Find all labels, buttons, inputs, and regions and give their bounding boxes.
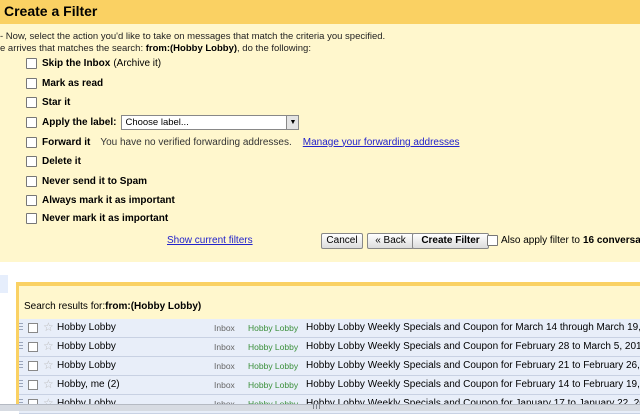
option-never-important[interactable]: Never mark it as important [26,211,168,225]
never-important-checkbox[interactable] [26,212,37,224]
instruction-query-text: e arrives that matches the search: from:… [0,43,311,54]
result-row[interactable]: ☆Hobby LobbyInboxHobby LobbyHobby Lobby … [19,357,640,376]
scrollbar-grip-icon[interactable] [313,404,321,409]
skip-inbox-checkbox[interactable] [26,57,37,69]
option-always-important[interactable]: Always mark it as important [26,193,175,207]
instruction-query: from:(Hobby Lobby) [145,43,238,54]
drag-grip-icon[interactable] [19,361,23,370]
row-label-hobby-lobby: Hobby Lobby [248,380,299,390]
create-filter-panel: Create a Filter - Now, select the action… [0,0,640,262]
instruction-prefix: e arrives that matches the search: [0,43,146,54]
star-icon[interactable]: ☆ [43,339,54,353]
option-apply-label[interactable]: Apply the label: Choose label... ▼ [26,114,300,130]
star-icon[interactable]: ☆ [43,320,54,334]
manage-forwarding-link[interactable]: Manage your forwarding addresses [303,137,460,148]
always-important-checkbox[interactable] [26,194,37,206]
row-label-hobby-lobby: Hobby Lobby [248,361,299,371]
drag-grip-icon[interactable] [19,380,23,389]
side-tab [0,275,8,293]
row-sender: Hobby Lobby [57,341,116,352]
option-delete-it[interactable]: Delete it [26,154,81,168]
label-select[interactable]: Choose label... ▼ [121,114,300,130]
row-sender: Hobby, me (2) [57,379,120,390]
conversation-count: 16 conversatio [582,235,640,246]
skip-inbox-label: Skip the Inbox [42,57,111,69]
also-apply-label: Also apply filter to [501,235,580,246]
row-subject: Hobby Lobby Weekly Specials and Coupon f… [306,379,640,390]
row-label-inbox: Inbox [214,361,235,371]
skip-inbox-suffix: (Archive it) [113,57,162,69]
dropdown-arrow-icon[interactable]: ▼ [286,115,299,129]
mark-read-label: Mark as read [42,77,104,89]
never-spam-label: Never send it to Spam [42,175,148,187]
row-label-inbox: Inbox [214,342,235,352]
always-important-label: Always mark it as important [42,194,175,206]
never-spam-checkbox[interactable] [26,175,37,187]
panel-title: Create a Filter [4,3,98,19]
option-forward-it[interactable]: Forward it You have no verified forwardi… [26,135,460,149]
also-apply-checkbox[interactable] [487,235,498,246]
instruction-text: - Now, select the action you'd like to t… [0,31,386,42]
row-checkbox[interactable] [28,380,38,390]
never-important-label: Never mark it as important [42,212,169,224]
results-heading-prefix: Search results for: [24,301,106,312]
panel-gap [0,262,640,282]
result-row[interactable]: ☆ Hobby, me (2) Inbox Hobby Lobby Hobby Lobb… [19,376,640,395]
drag-grip-icon[interactable] [19,342,23,351]
also-apply-option[interactable]: Also apply filter to 16 conversatio [487,235,640,246]
row-checkbox[interactable] [28,361,38,371]
delete-it-checkbox[interactable] [26,155,37,167]
row-subject: Hobby Lobby Weekly Specials and Coupon f… [306,341,640,352]
row-label-inbox: Inbox [214,380,235,390]
row-subject: Hobby Lobby Weekly Specials and Coupon f… [306,322,640,333]
show-current-filters-link[interactable]: Show current filters [167,235,253,246]
drag-grip-icon[interactable] [19,323,23,332]
results-heading-query: from:(Hobby Lobby) [105,301,202,312]
panel-title-bar: Create a Filter [0,0,640,24]
delete-it-label: Delete it [42,155,81,167]
search-results-panel: Search results for:from:(Hobby Lobby) ☆ H… [16,282,640,414]
forward-it-label: Forward it [42,136,91,148]
row-sender: Hobby Lobby [57,322,116,333]
result-row[interactable]: ☆Hobby LobbyInboxHobby LobbyHobby Lobby … [19,319,640,338]
row-label-hobby-lobby: Hobby Lobby [248,323,299,333]
option-mark-read[interactable]: Mark as read [26,76,103,90]
row-subject: Hobby Lobby Weekly Specials and Coupon f… [306,360,640,371]
mark-read-checkbox[interactable] [26,77,37,89]
create-filter-button[interactable]: Create Filter [412,233,489,249]
row-checkbox[interactable] [28,342,38,352]
star-icon[interactable]: ☆ [43,358,54,372]
star-icon[interactable]: ☆ [43,377,54,391]
cancel-button[interactable]: Cancel [321,233,363,249]
option-skip-inbox[interactable]: Skip the Inbox (Archive it) [26,56,161,70]
back-button[interactable]: « Back [367,233,414,249]
option-star-it[interactable]: Star it [26,95,70,109]
result-list: ☆ Hobby Lobby Inbox Hobby Lobby Hobby Lobby … [19,319,640,414]
results-top-bar [16,282,640,286]
row-label-hobby-lobby: Hobby Lobby [248,342,299,352]
label-select-value: Choose label... [125,116,189,128]
forward-it-checkbox[interactable] [26,136,37,148]
row-checkbox[interactable] [28,323,38,333]
star-it-checkbox[interactable] [26,96,37,108]
star-it-label: Star it [42,96,71,108]
apply-label-checkbox[interactable] [26,116,37,128]
result-row[interactable]: ☆Hobby LobbyInboxHobby LobbyHobby Lobby … [19,338,640,357]
row-sender: Hobby Lobby [57,360,116,371]
apply-label-label: Apply the label: [42,116,117,128]
row-label-inbox: Inbox [214,323,235,333]
forward-note: You have no verified forwarding addresse… [100,136,292,148]
results-heading: Search results for:from:(Hobby Lobby) [24,301,201,312]
option-never-spam[interactable]: Never send it to Spam [26,174,147,188]
instruction-suffix: , do the following: [237,43,311,54]
